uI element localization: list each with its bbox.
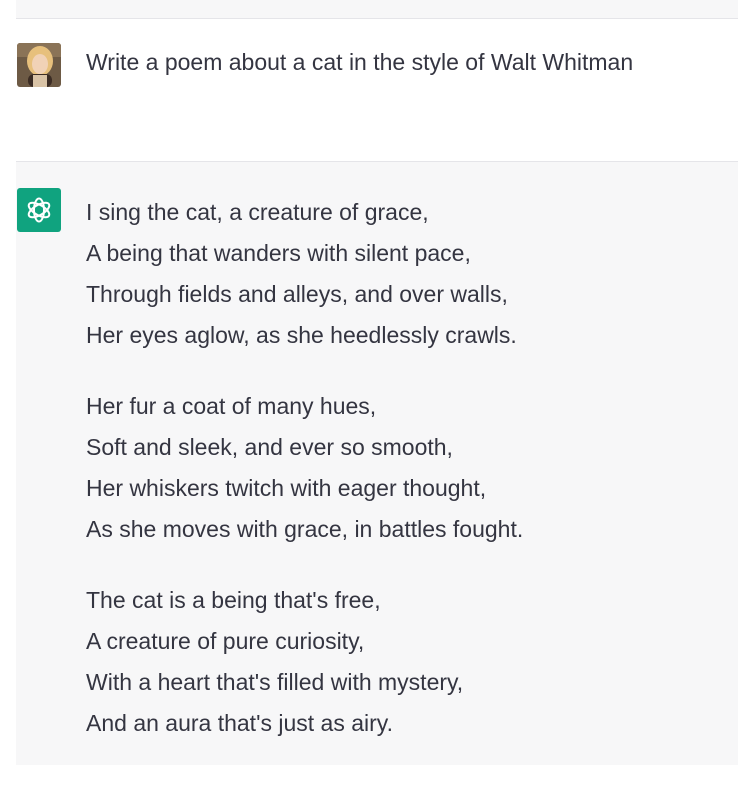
user-message-text: Write a poem about a cat in the style of…: [86, 49, 634, 75]
poem-stanza-2: Her fur a coat of many hues, Soft and sl…: [86, 386, 523, 550]
poem: I sing the cat, a creature of grace, A b…: [86, 192, 523, 744]
poem-line: I sing the cat, a creature of grace,: [86, 199, 429, 225]
poem-stanza-1: I sing the cat, a creature of grace, A b…: [86, 192, 523, 356]
poem-line: A being that wanders with silent pace,: [86, 240, 471, 266]
assistant-message: I sing the cat, a creature of grace, A b…: [16, 162, 738, 765]
poem-line: As she moves with grace, in battles foug…: [86, 516, 524, 542]
poem-line: Her whiskers twitch with eager thought,: [86, 475, 487, 501]
poem-line: With a heart that's filled with mystery,: [86, 669, 464, 695]
user-message: Write a poem about a cat in the style of…: [16, 19, 738, 161]
chat-thread: Write a poem about a cat in the style of…: [0, 0, 738, 786]
openai-logo-icon: [27, 197, 51, 223]
assistant-avatar: [17, 188, 61, 232]
poem-line: Soft and sleek, and ever so smooth,: [86, 434, 453, 460]
poem-line: The cat is a being that's free,: [86, 587, 381, 613]
poem-line: Her eyes aglow, as she heedlessly crawls…: [86, 322, 517, 348]
user-avatar: [17, 43, 61, 87]
poem-line: A creature of pure curiosity,: [86, 628, 365, 654]
previous-message-edge: [16, 0, 738, 19]
poem-line: And an aura that's just as airy.: [86, 710, 393, 736]
user-photo-avatar-icon: [17, 43, 61, 87]
poem-line: Her fur a coat of many hues,: [86, 393, 377, 419]
poem-line: Through fields and alleys, and over wall…: [86, 281, 508, 307]
poem-stanza-3: The cat is a being that's free, A creatu…: [86, 580, 523, 744]
